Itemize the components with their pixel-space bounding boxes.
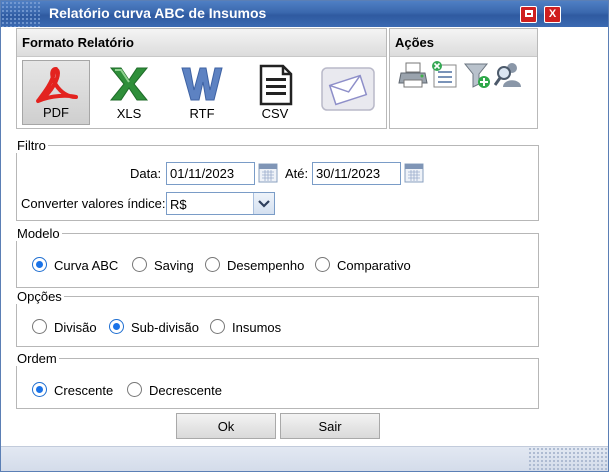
- email-button[interactable]: [314, 60, 382, 125]
- excel-icon: [109, 67, 149, 101]
- close-icon: X: [548, 8, 557, 20]
- xls-button[interactable]: XLS: [95, 60, 163, 125]
- radio-curva-abc[interactable]: [32, 257, 47, 272]
- radio-insumos-label[interactable]: Insumos: [232, 320, 281, 335]
- printer-icon[interactable]: [398, 60, 428, 90]
- filter-legend: Filtro: [17, 138, 46, 153]
- date-from-input[interactable]: [166, 162, 255, 185]
- add-filter-icon[interactable]: [462, 60, 492, 90]
- maximize-icon: [524, 10, 533, 17]
- sair-button[interactable]: Sair: [280, 413, 380, 439]
- title-bar[interactable]: Relatório curva ABC de Insumos X: [1, 1, 608, 27]
- radio-sub-divisao-label[interactable]: Sub-divisão: [131, 320, 199, 335]
- close-button[interactable]: X: [544, 6, 561, 23]
- options-legend: Opções: [17, 289, 62, 304]
- radio-decrescente[interactable]: [127, 382, 142, 397]
- calendar-to-icon[interactable]: [404, 163, 424, 183]
- csv-label: CSV: [261, 106, 289, 121]
- clear-list-icon[interactable]: [430, 60, 460, 90]
- model-group: Modelo: [16, 226, 539, 288]
- radio-insumos[interactable]: [210, 319, 225, 334]
- radio-crescente[interactable]: [32, 382, 47, 397]
- actions-panel: Ações: [389, 28, 538, 129]
- csv-document-icon: [259, 64, 293, 106]
- rtf-label: RTF: [189, 106, 215, 121]
- format-panel-title: Formato Relatório: [17, 29, 386, 57]
- radio-saving[interactable]: [132, 257, 147, 272]
- converter-label: Converter valores índice:: [21, 196, 166, 211]
- options-group: Opções: [16, 289, 539, 347]
- order-legend: Ordem: [17, 351, 57, 366]
- radio-decrescente-label[interactable]: Decrescente: [149, 383, 222, 398]
- converter-value: R$: [170, 197, 187, 212]
- radio-desempenho[interactable]: [205, 257, 220, 272]
- search-user-icon[interactable]: [494, 60, 524, 90]
- chevron-down-icon[interactable]: [253, 193, 274, 214]
- radio-divisao[interactable]: [32, 319, 47, 334]
- model-legend: Modelo: [17, 226, 60, 241]
- maximize-button[interactable]: [520, 6, 537, 23]
- actions-panel-title: Ações: [390, 29, 537, 57]
- ok-button[interactable]: Ok: [176, 413, 276, 439]
- status-bar: [1, 446, 608, 471]
- window-title: Relatório curva ABC de Insumos: [49, 5, 267, 21]
- xls-label: XLS: [116, 106, 142, 121]
- order-group: Ordem: [16, 351, 539, 409]
- format-panel: Formato Relatório PDF XLS RTF CSV: [16, 28, 387, 129]
- email-envelope-icon: [321, 67, 375, 111]
- pdf-label: PDF: [43, 105, 69, 120]
- date-to-input[interactable]: [312, 162, 401, 185]
- radio-comparativo-label[interactable]: Comparativo: [337, 258, 411, 273]
- report-window: Relatório curva ABC de Insumos X Formato…: [0, 0, 609, 472]
- radio-saving-label[interactable]: Saving: [154, 258, 194, 273]
- radio-desempenho-label[interactable]: Desempenho: [227, 258, 304, 273]
- pdf-button[interactable]: PDF: [22, 60, 90, 125]
- resize-grip[interactable]: [528, 447, 608, 471]
- date-from-label: Data:: [130, 166, 162, 181]
- word-icon: [181, 67, 223, 101]
- rtf-button[interactable]: RTF: [168, 60, 236, 125]
- converter-select[interactable]: R$: [166, 192, 275, 215]
- radio-sub-divisao[interactable]: [109, 319, 124, 334]
- radio-curva-abc-label[interactable]: Curva ABC: [54, 258, 118, 273]
- calendar-from-icon[interactable]: [258, 163, 278, 183]
- csv-button[interactable]: CSV: [241, 60, 309, 125]
- title-bar-grip: [1, 1, 41, 27]
- radio-divisao-label[interactable]: Divisão: [54, 320, 97, 335]
- date-to-label: Até:: [285, 166, 309, 181]
- radio-crescente-label[interactable]: Crescente: [54, 383, 113, 398]
- pdf-icon: [36, 67, 78, 103]
- radio-comparativo[interactable]: [315, 257, 330, 272]
